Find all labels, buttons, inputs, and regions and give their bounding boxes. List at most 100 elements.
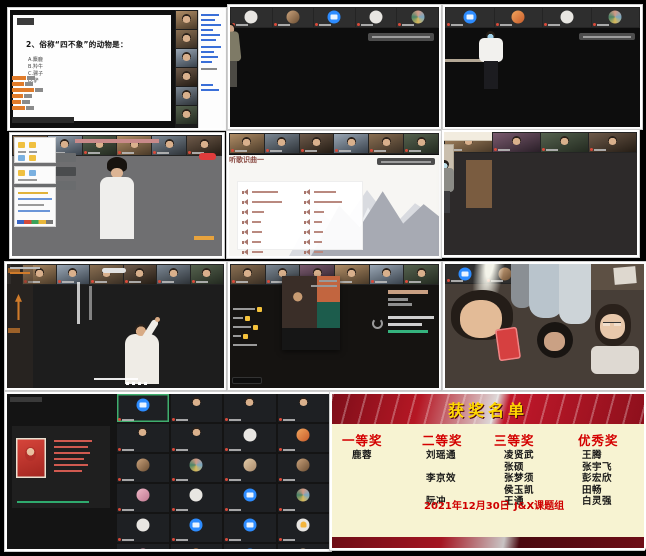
mic-icon xyxy=(542,148,559,151)
winner-name: 侯玉凯 xyxy=(504,485,534,497)
mic-icon xyxy=(118,478,135,481)
participant-thumbnail xyxy=(404,134,438,153)
meeting-notification xyxy=(579,33,635,40)
mic-icon xyxy=(118,508,135,511)
participant-thumbnail xyxy=(334,134,368,153)
mic-icon xyxy=(405,149,422,152)
mic-icon xyxy=(158,280,175,283)
participant-tile xyxy=(224,454,276,482)
speaker-icon xyxy=(242,249,249,256)
participant-tile xyxy=(224,544,276,551)
chat-overlay xyxy=(233,308,283,358)
participant-thumbnail xyxy=(300,134,334,153)
quiz-question: 2、俗称“四不象”的动物是： xyxy=(26,39,128,50)
mic-icon xyxy=(192,280,209,283)
mic-icon xyxy=(496,23,513,26)
participant-tile xyxy=(171,454,223,482)
excellence-prize-names: 王腾 张宇飞 彭宏欣 田畅 白灵强 xyxy=(582,450,612,508)
shared-content xyxy=(12,426,110,508)
participant-thumbnail xyxy=(265,134,299,153)
participant-thumbnail xyxy=(157,265,190,284)
participant-thumbnail xyxy=(314,8,355,27)
participant-video xyxy=(176,49,197,67)
mic-icon xyxy=(232,280,249,283)
screenshot-collage: 2、俗称“四不象”的动物是： A.麋鹿 B.羚牛 C.骡子 D.驴 xyxy=(0,0,646,556)
mic-icon xyxy=(231,149,248,152)
speaker-icon xyxy=(304,199,311,206)
mic-icon xyxy=(335,149,352,152)
mic-icon xyxy=(279,448,296,451)
quiz-option-b: B.羚牛 xyxy=(28,64,43,71)
participant-thumbnail xyxy=(541,133,588,152)
first-prize-names: 鹿蓉 xyxy=(352,450,372,462)
awards-title: 获奖名单 xyxy=(332,397,644,421)
participant-tile xyxy=(117,544,169,551)
participant-tile xyxy=(171,544,223,551)
video-caption xyxy=(75,139,159,143)
mic-icon xyxy=(274,23,291,26)
panel-gallery-view xyxy=(5,392,331,551)
participant-tile xyxy=(278,484,330,512)
mic-icon xyxy=(266,149,283,152)
mic-icon xyxy=(118,151,135,154)
awards-bottom-strip xyxy=(332,537,644,548)
mic-icon xyxy=(118,448,135,451)
panel-music-app-share xyxy=(10,133,224,258)
panel-music-player xyxy=(228,262,441,390)
winner-name: 张宇飞 xyxy=(582,462,612,474)
participant-thumbnail xyxy=(356,8,397,27)
winner-name: 张梦须 xyxy=(504,473,534,485)
taskbar xyxy=(17,220,53,224)
participant-tile xyxy=(117,454,169,482)
lyrics-tag xyxy=(194,236,214,240)
winner-name: 张硕 xyxy=(504,462,534,474)
participant-video xyxy=(176,87,197,105)
control-keys xyxy=(126,382,148,385)
lyrics-column xyxy=(77,282,80,324)
winner-name: 凌贤武 xyxy=(504,450,534,462)
participant-thumbnail xyxy=(231,8,272,27)
tier-second: 二等奖 xyxy=(422,430,463,449)
mic-icon xyxy=(225,478,242,481)
participant-thumbnail xyxy=(124,265,157,284)
participant-grid xyxy=(117,394,329,549)
mic-icon xyxy=(301,149,318,152)
panel-dorm-group xyxy=(443,262,646,390)
panel-hotel-room xyxy=(442,130,639,257)
thumbnail-strip xyxy=(445,7,640,28)
winner-name: 田畅 xyxy=(582,485,612,497)
panel-quiz-meeting: 2、俗称“四不象”的动物是： A.麋鹿 B.羚牛 C.骡子 D.驴 xyxy=(8,8,226,130)
mic-icon xyxy=(153,151,170,154)
thumbnail-strip xyxy=(229,133,439,154)
participant-tile xyxy=(224,514,276,542)
mic-icon xyxy=(172,418,189,421)
mic-icon xyxy=(279,478,296,481)
participant-thumbnail xyxy=(592,8,640,27)
mic-icon xyxy=(279,538,296,541)
participant-tile xyxy=(224,484,276,512)
chat-window xyxy=(14,187,56,227)
meeting-notification xyxy=(368,33,434,41)
participant-tile xyxy=(171,514,223,542)
participant-video xyxy=(176,30,197,48)
awards-group: J&X课题组 xyxy=(514,497,564,512)
participant-tile xyxy=(278,544,330,551)
participant-thumbnail xyxy=(370,265,404,284)
mic-icon xyxy=(371,280,388,283)
mic-icon xyxy=(447,279,464,282)
participant-thumbnail xyxy=(589,133,636,152)
quiz-option-a: A.麋鹿 xyxy=(28,57,43,64)
mic-icon xyxy=(315,23,332,26)
thumbnail-strip xyxy=(230,7,439,28)
participant-filmstrip xyxy=(175,10,198,128)
meeting-notification xyxy=(377,158,435,165)
progress-bar xyxy=(17,501,89,504)
mic-icon xyxy=(172,478,189,481)
mic-icon xyxy=(118,538,135,541)
participant-thumbnail xyxy=(543,8,591,27)
tier-first: 一等奖 xyxy=(342,430,383,449)
tier-excellence: 优秀奖 xyxy=(578,430,619,449)
speaker-icon xyxy=(242,209,249,216)
panel-mv-share xyxy=(5,262,226,390)
panel-dorm-dance xyxy=(228,5,441,129)
